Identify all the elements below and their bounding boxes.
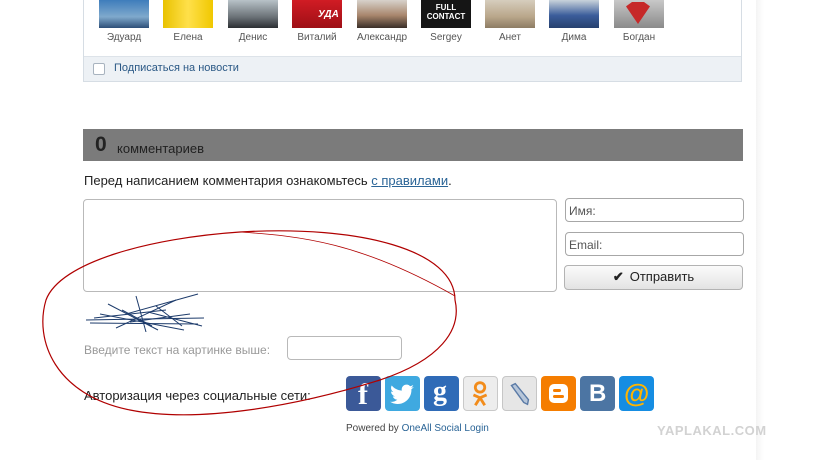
subscriber-name: Анет: [498, 32, 521, 43]
rules-link[interactable]: с правилами: [371, 173, 448, 188]
subscribe-link[interactable]: Подписаться на новости: [114, 62, 239, 74]
subscriber-item[interactable]: Елена: [156, 0, 220, 43]
subscriber-name: Виталий: [297, 32, 337, 43]
avatar: [99, 0, 149, 28]
powered-prefix: Powered by: [346, 423, 402, 434]
subscriber-item[interactable]: Денис: [221, 0, 285, 43]
send-label: Отправить: [629, 269, 695, 284]
avatar: УДА: [292, 0, 342, 28]
email-placeholder: Email:: [569, 238, 603, 252]
avatar: [614, 0, 664, 28]
avatar: [549, 0, 599, 28]
subscribe-bar: Подписаться на новости: [84, 56, 741, 81]
avatar-caption: УДА: [318, 9, 339, 20]
captcha-label: Введите текст на картинке выше:: [84, 343, 271, 357]
subscribers-box: Эдуард Елена Денис УДА Виталий Александр…: [83, 0, 742, 82]
subscribe-checkbox[interactable]: [93, 63, 105, 75]
subscriber-item[interactable]: Дима: [542, 0, 606, 43]
page-edge-shadow: [756, 0, 764, 460]
vkontakte-icon[interactable]: B: [580, 376, 615, 411]
subscriber-name: Елена: [173, 32, 203, 43]
rules-prefix: Перед написанием комментария ознакомьтес…: [84, 173, 372, 188]
checkmark-icon: ✔: [612, 269, 624, 284]
subscriber-name: Дима: [561, 32, 587, 43]
subscriber-item[interactable]: УДА Виталий: [285, 0, 349, 43]
twitter-icon[interactable]: [385, 376, 420, 411]
subscriber-name: Богдан: [622, 32, 656, 43]
avatar: [485, 0, 535, 28]
subscriber-name: Sergey: [430, 32, 462, 43]
avatar-caption: FULL CONTACT: [426, 3, 466, 21]
livejournal-icon[interactable]: [502, 376, 537, 411]
subscriber-name: Денис: [238, 32, 268, 43]
rules-suffix: .: [448, 173, 452, 188]
avatar: [357, 0, 407, 28]
odnoklassniki-icon[interactable]: [463, 376, 498, 411]
avatar: FULL CONTACT: [421, 0, 471, 28]
subscriber-item[interactable]: Эдуард: [92, 0, 156, 43]
subscriber-item[interactable]: Анет: [478, 0, 542, 43]
comments-label: комментариев: [117, 141, 205, 156]
blogger-icon[interactable]: [541, 376, 576, 411]
comments-count: 0: [95, 133, 107, 156]
captcha-image: [86, 293, 205, 332]
mailru-icon[interactable]: @: [619, 376, 654, 411]
social-login-label: Авторизация через социальные сети:: [84, 388, 311, 403]
oneall-link[interactable]: OneAll Social Login: [402, 423, 489, 434]
google-icon[interactable]: g: [424, 376, 459, 411]
subscriber-list: Эдуард Елена Денис УДА Виталий Александр…: [84, 0, 741, 58]
subscriber-item[interactable]: FULL CONTACT Sergey: [414, 0, 478, 43]
rules-notice: Перед написанием комментария ознакомьтес…: [84, 173, 452, 188]
comment-textarea[interactable]: [83, 199, 557, 292]
facebook-icon[interactable]: f: [346, 376, 381, 411]
captcha-input[interactable]: [287, 336, 402, 360]
subscriber-item[interactable]: Александр: [350, 0, 414, 43]
subscriber-item[interactable]: Богдан: [607, 0, 671, 43]
avatar: [163, 0, 213, 28]
powered-by: Powered by OneAll Social Login: [346, 423, 489, 434]
name-field[interactable]: Имя:: [565, 198, 744, 222]
name-placeholder: Имя:: [569, 204, 596, 218]
send-button[interactable]: ✔ Отправить: [564, 265, 743, 290]
avatar: [228, 0, 278, 28]
subscriber-name: Эдуард: [106, 32, 142, 43]
email-field[interactable]: Email:: [565, 232, 744, 256]
watermark: YAPLAKAL.COM: [657, 423, 767, 438]
comments-header: 0 комментариев: [83, 129, 743, 161]
superman-logo-icon: [626, 2, 650, 24]
subscriber-name: Александр: [356, 32, 408, 43]
